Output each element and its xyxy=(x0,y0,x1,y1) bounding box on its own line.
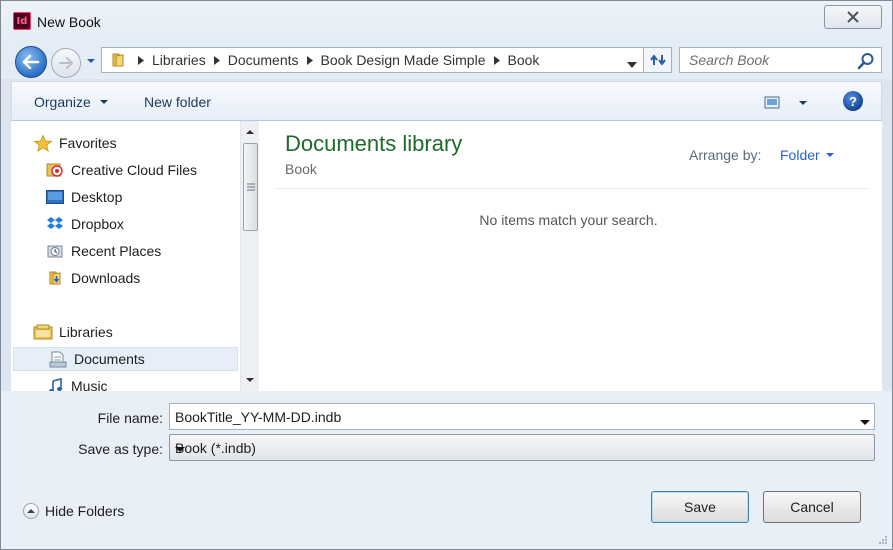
desktop-icon xyxy=(45,188,65,206)
dropbox-icon xyxy=(45,215,65,233)
chevron-down-icon xyxy=(99,100,108,104)
chevron-down-icon xyxy=(825,153,834,157)
nav-item-desktop[interactable]: Desktop xyxy=(11,185,240,209)
chevron-down-icon xyxy=(246,378,254,382)
breadcrumb-separator-icon[interactable] xyxy=(210,53,224,67)
close-button[interactable] xyxy=(824,5,882,29)
nav-favorites[interactable]: Favorites xyxy=(11,131,240,155)
window-title: New Book xyxy=(37,14,101,30)
organize-menu-button[interactable]: Organize xyxy=(34,94,111,110)
file-name-label: File name: xyxy=(97,410,163,426)
grip-icon xyxy=(246,183,255,191)
arrange-by-value: Folder xyxy=(780,147,820,163)
nav-item-label: Documents xyxy=(74,351,145,367)
breadcrumb-documents[interactable]: Documents xyxy=(228,52,299,68)
arrange-by-label: Arrange by: xyxy=(689,147,762,163)
file-name-dropdown[interactable] xyxy=(860,413,870,429)
file-list-pane: Documents library Book Arrange by: Folde… xyxy=(259,121,882,391)
navigation-pane: Favorites Creative Cloud Files Desktop D… xyxy=(11,121,240,391)
command-toolbar: Organize New folder ? xyxy=(11,81,882,121)
nav-item-label: Dropbox xyxy=(71,216,124,232)
arrange-by-dropdown[interactable]: Folder xyxy=(780,147,836,163)
chevron-down-icon xyxy=(175,447,185,452)
save-form: File name: Save as type: Book (*.indb) H… xyxy=(1,391,892,549)
nav-item-label: Downloads xyxy=(71,270,141,286)
save-type-select[interactable]: Book (*.indb) xyxy=(169,434,875,461)
cancel-button[interactable]: Cancel xyxy=(763,491,861,523)
hide-folders-toggle[interactable]: Hide Folders xyxy=(23,503,124,519)
empty-message: No items match your search. xyxy=(479,212,658,228)
chevron-down-icon xyxy=(87,59,95,63)
new-folder-button[interactable]: New folder xyxy=(144,94,211,110)
resize-grip-icon[interactable] xyxy=(878,535,888,545)
indesign-app-icon: Id xyxy=(13,12,31,30)
view-icon xyxy=(764,96,780,109)
breadcrumb-book[interactable]: Book xyxy=(508,52,540,68)
downloads-folder-icon xyxy=(45,269,65,287)
nav-scrollbar[interactable] xyxy=(240,121,259,391)
nav-item-dropbox[interactable]: Dropbox xyxy=(11,212,240,236)
search-box[interactable] xyxy=(679,47,882,73)
creative-cloud-folder-icon xyxy=(45,161,65,179)
close-icon xyxy=(847,11,859,23)
libraries-icon xyxy=(33,323,53,341)
nav-item-label: Creative Cloud Files xyxy=(71,162,198,178)
file-name-combobox[interactable] xyxy=(169,403,875,430)
nav-item-label: Desktop xyxy=(71,189,123,205)
arrow-right-icon xyxy=(59,57,74,69)
nav-item-label: Music xyxy=(71,378,108,391)
nav-item-downloads[interactable]: Downloads xyxy=(11,266,240,290)
hide-folders-label: Hide Folders xyxy=(45,503,125,519)
save-type-dropdown[interactable] xyxy=(175,440,870,456)
documents-library-icon xyxy=(48,350,68,368)
search-icon[interactable] xyxy=(857,52,875,73)
chevron-up-icon xyxy=(246,130,254,134)
scrollbar-thumb[interactable] xyxy=(243,143,258,231)
address-history-dropdown[interactable] xyxy=(627,56,637,72)
refresh-button[interactable] xyxy=(644,47,672,73)
chevron-down-icon xyxy=(799,101,807,105)
nav-item-music[interactable]: Music xyxy=(11,374,240,391)
folder-icon xyxy=(106,48,130,72)
save-dialog-window: Id New Book Libraries Documents Book Des… xyxy=(0,0,893,550)
back-button[interactable] xyxy=(15,46,47,78)
address-row: Libraries Documents Book Design Made Sim… xyxy=(1,41,892,79)
help-button[interactable]: ? xyxy=(843,91,863,111)
breadcrumb-separator-icon[interactable] xyxy=(134,53,148,67)
scroll-down-button[interactable] xyxy=(241,371,259,389)
library-title: Documents library xyxy=(285,131,463,156)
chevron-down-icon xyxy=(860,420,870,425)
chevron-up-icon xyxy=(23,503,39,519)
nav-libraries[interactable]: Libraries xyxy=(11,320,240,344)
music-icon xyxy=(45,377,65,391)
organize-label: Organize xyxy=(34,94,91,110)
breadcrumb-book-design[interactable]: Book Design Made Simple xyxy=(321,52,486,68)
divider xyxy=(275,188,869,189)
breadcrumb-separator-icon[interactable] xyxy=(490,53,504,67)
nav-item-recent-places[interactable]: Recent Places xyxy=(11,239,240,263)
arrow-left-icon xyxy=(22,55,40,69)
title-bar: Id New Book xyxy=(1,1,892,41)
chevron-down-icon xyxy=(627,62,637,68)
nav-favorites-label: Favorites xyxy=(59,135,117,151)
nav-item-creative-cloud-files[interactable]: Creative Cloud Files xyxy=(11,158,240,182)
library-subtitle: Book xyxy=(285,161,317,177)
breadcrumb-libraries[interactable]: Libraries xyxy=(152,52,206,68)
nav-item-label: Recent Places xyxy=(71,243,162,259)
address-bar[interactable]: Libraries Documents Book Design Made Sim… xyxy=(101,47,644,73)
breadcrumb-separator-icon[interactable] xyxy=(303,53,317,67)
save-button[interactable]: Save xyxy=(651,491,749,523)
nav-libraries-label: Libraries xyxy=(59,324,113,340)
refresh-icon xyxy=(649,54,666,66)
star-icon xyxy=(33,134,53,152)
recent-locations-dropdown[interactable] xyxy=(85,54,97,66)
search-input[interactable] xyxy=(680,48,850,72)
scroll-up-button[interactable] xyxy=(241,123,259,141)
recent-places-icon xyxy=(45,242,65,260)
file-name-input[interactable] xyxy=(170,404,850,429)
nav-item-documents[interactable]: Documents xyxy=(13,347,238,371)
forward-button[interactable] xyxy=(51,48,81,78)
change-view-button[interactable] xyxy=(764,92,810,114)
save-type-label: Save as type: xyxy=(78,441,163,457)
